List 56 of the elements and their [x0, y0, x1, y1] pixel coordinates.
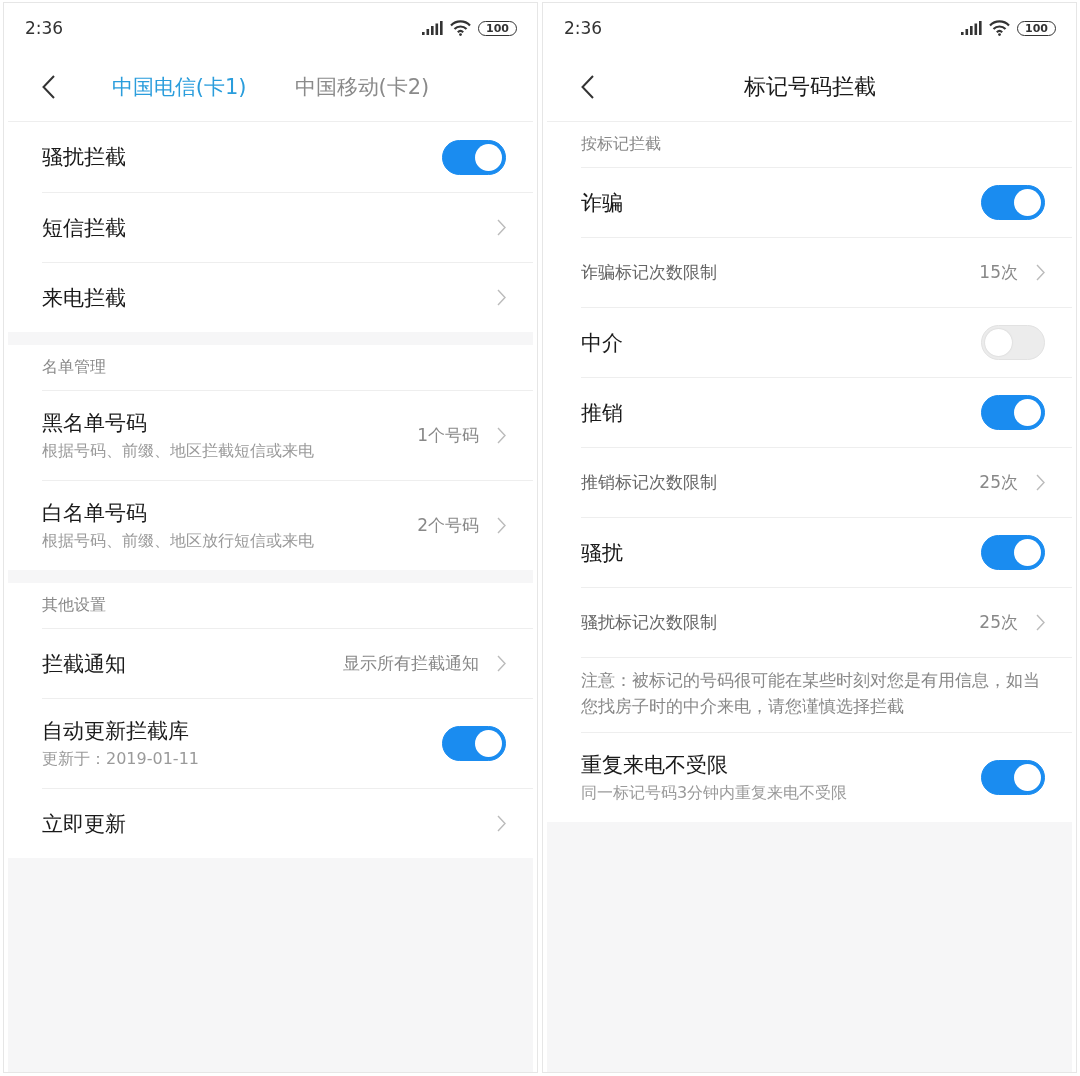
row-label: 诈骗	[581, 189, 623, 217]
row-label: 推销	[581, 399, 623, 427]
row-label: 短信拦截	[42, 214, 126, 242]
row-label: 骚扰标记次数限制	[581, 611, 717, 634]
row-label: 中介	[581, 329, 623, 357]
row-description: 根据号码、前缀、地区放行短信或来电	[42, 531, 314, 552]
toggle-switch[interactable]	[981, 185, 1045, 220]
toggle-switch[interactable]	[442, 139, 506, 175]
row-label: 骚扰拦截	[42, 144, 126, 171]
toggle-switch[interactable]	[442, 726, 506, 761]
section-title: 按标记拦截	[581, 134, 661, 155]
row-label: 黑名单号码	[42, 410, 147, 437]
signal-icon	[422, 21, 444, 35]
row-value: 2个号码	[417, 514, 479, 537]
back-icon	[581, 75, 594, 99]
row-description: 更新于：2019-01-11	[42, 749, 199, 770]
chevron-icon	[1036, 264, 1045, 281]
toggle-switch[interactable]	[981, 760, 1045, 795]
chevron-icon	[497, 815, 506, 832]
chevron-icon	[497, 289, 506, 306]
chevron-icon	[497, 427, 506, 444]
row-label: 来电拦截	[42, 284, 126, 312]
row-label: 诈骗标记次数限制	[581, 261, 717, 284]
section-title: 其他设置	[42, 595, 106, 616]
page-title: 标记号码拦截	[743, 73, 876, 101]
warning-note: 注意：被标记的号码很可能在某些时刻对您是有用信息，如当您找房子时的中介来电，请您谨慎选择拦截	[581, 670, 1041, 718]
status-time: 2:36	[564, 18, 603, 38]
chevron-icon	[497, 517, 506, 534]
sim-tab[interactable]: 中国移动(卡2)	[294, 73, 430, 101]
wifi-icon	[989, 20, 1011, 36]
row-label: 白名单号码	[42, 500, 147, 527]
row-label: 推销标记次数限制	[581, 471, 717, 494]
signal-icon	[961, 21, 983, 35]
chevron-icon	[1036, 474, 1045, 491]
row-value: 25次	[979, 611, 1018, 634]
status-time: 2:36	[25, 18, 64, 38]
wifi-icon	[450, 20, 472, 36]
row-label: 拦截通知	[42, 650, 126, 678]
chevron-icon	[497, 655, 506, 672]
section-title: 名单管理	[42, 357, 106, 378]
row-value: 15次	[979, 261, 1018, 284]
row-value: 1个号码	[417, 424, 479, 447]
sim-tab[interactable]: 中国电信(卡1)	[111, 73, 247, 101]
row-label: 自动更新拦截库	[42, 718, 189, 745]
toggle-switch[interactable]	[981, 395, 1045, 430]
row-value: 25次	[979, 471, 1018, 494]
toggle-switch[interactable]	[981, 535, 1045, 570]
chevron-icon	[497, 219, 506, 236]
row-value: 显示所有拦截通知	[343, 652, 479, 675]
row-description: 同一标记号码3分钟内重复来电不受限	[581, 783, 848, 804]
chevron-icon	[1036, 614, 1045, 631]
row-label: 重复来电不受限	[581, 752, 728, 779]
row-label: 骚扰	[581, 539, 623, 567]
back-icon	[42, 75, 55, 99]
row-label: 立即更新	[42, 810, 126, 838]
row-description: 根据号码、前缀、地区拦截短信或来电	[42, 441, 314, 462]
